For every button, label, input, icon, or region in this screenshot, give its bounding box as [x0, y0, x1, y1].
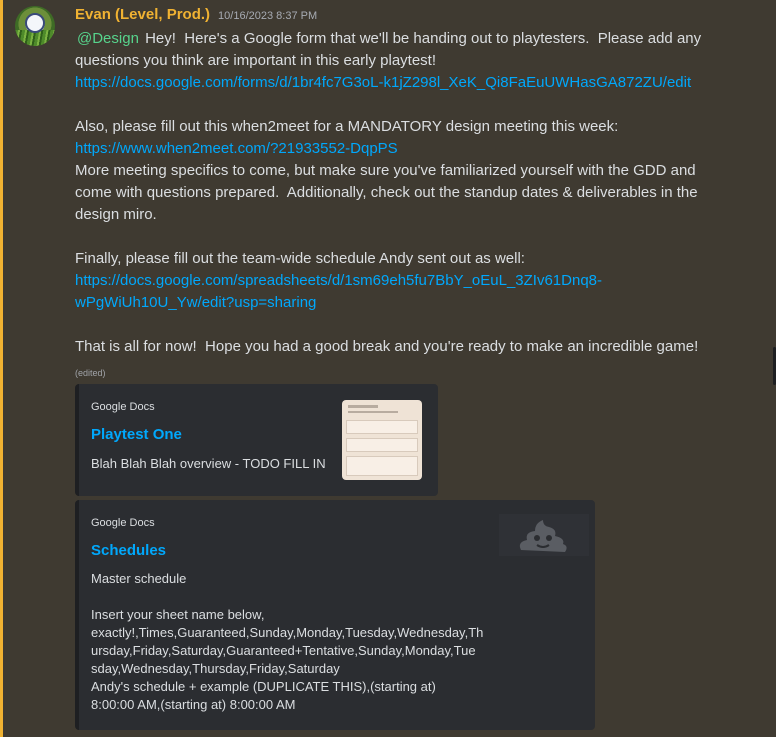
message-line: More meeting specifics to come, but make…	[75, 162, 696, 179]
author-name[interactable]: Evan (Level, Prod.)	[75, 6, 210, 23]
message-line: That is all for now! Hope you had a good…	[75, 338, 699, 355]
spreadsheet-link-continued[interactable]: wPgWiUh10U_Yw/edit?usp=sharing	[75, 294, 316, 311]
embed-description: Master schedule Insert your sheet name b…	[91, 570, 491, 714]
poop-icon	[499, 514, 589, 556]
thumb-line	[348, 405, 378, 408]
message-line: Finally, please fill out the team-wide s…	[75, 250, 525, 267]
message-line: @Design Hey! Here's a Google form that w…	[75, 28, 755, 50]
message-line: questions you think are important in thi…	[75, 52, 437, 69]
embed-provider[interactable]: Google Docs	[91, 517, 155, 529]
avatar-character	[25, 13, 45, 33]
message-line: design miro.	[75, 206, 157, 223]
thumb-box	[346, 438, 418, 452]
thumb-box	[346, 456, 418, 476]
embed-desc-line: ursday,Friday,Saturday,Guaranteed+Tentat…	[91, 643, 476, 658]
timestamp[interactable]: 10/16/2023 8:37 PM	[218, 10, 317, 22]
embed-provider[interactable]: Google Docs	[91, 401, 155, 413]
embed-desc-line: 8:00:00 AM,(starting at) 8:00:00 AM	[91, 697, 296, 712]
embed-desc-line: Master schedule	[91, 571, 187, 586]
link-embed-schedules: Google Docs Schedules Master schedule In…	[75, 500, 595, 730]
when2meet-link[interactable]: https://www.when2meet.com/?21933552-DqpP…	[75, 140, 398, 157]
embed-desc-line: Andy's schedule + example (DUPLICATE THI…	[91, 679, 436, 694]
embed-title[interactable]: Playtest One	[91, 426, 182, 443]
message-line: Also, please fill out this when2meet for…	[75, 118, 619, 135]
message-text: Hey! Here's a Google form that we'll be …	[140, 30, 702, 47]
message-line: come with questions prepared. Additional…	[75, 184, 698, 201]
google-form-link[interactable]: https://docs.google.com/forms/d/1br4fc7G…	[75, 74, 691, 91]
embed-desc-line: sday,Wednesday,Thursday,Friday,Saturday	[91, 661, 340, 676]
highlight-bar	[0, 0, 3, 737]
embed-description: Blah Blah Blah overview - TODO FILL IN	[91, 456, 326, 471]
thumb-line	[348, 411, 398, 413]
role-mention[interactable]: @Design	[75, 30, 141, 47]
avatar[interactable]	[15, 6, 55, 46]
embed-desc-line	[91, 588, 491, 606]
link-embed-playtest: Google Docs Playtest One Blah Blah Blah …	[75, 384, 438, 496]
embed-title[interactable]: Schedules	[91, 542, 166, 559]
embed-desc-line: Insert your sheet name below,	[91, 607, 265, 622]
thumb-box	[346, 420, 418, 434]
message-header: Evan (Level, Prod.) 10/16/2023 8:37 PM	[75, 6, 755, 28]
message-content: Evan (Level, Prod.) 10/16/2023 8:37 PM @…	[75, 6, 755, 384]
edited-label: (edited)	[75, 368, 106, 378]
message-body: @Design Hey! Here's a Google form that w…	[75, 28, 755, 384]
embed-thumbnail[interactable]	[342, 400, 422, 480]
spreadsheet-link[interactable]: https://docs.google.com/spreadsheets/d/1…	[75, 272, 602, 289]
embed-desc-line: exactly!,Times,Guaranteed,Sunday,Monday,…	[91, 625, 484, 640]
